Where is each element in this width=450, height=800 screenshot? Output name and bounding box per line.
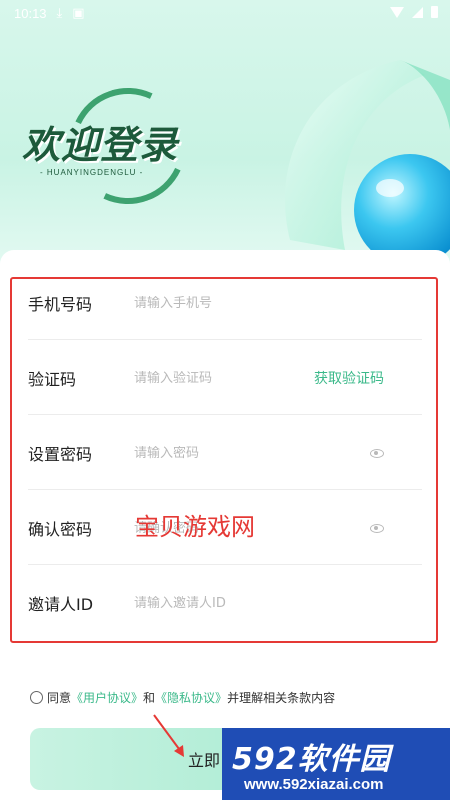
row-divider xyxy=(28,489,422,490)
password-input[interactable] xyxy=(134,445,324,461)
register-button-label: 立即 xyxy=(188,751,221,770)
agree-prefix: 同意 xyxy=(47,691,72,705)
red-arrow-icon xyxy=(153,714,184,757)
row-divider xyxy=(28,339,422,340)
row-divider xyxy=(28,564,422,565)
decorative-sphere-illustration xyxy=(284,60,450,266)
brand-watermark: 592软件园 www.592xiazai.com xyxy=(222,728,450,800)
watermark-text: 宝贝游戏网 xyxy=(135,513,255,541)
row-divider xyxy=(28,414,422,415)
eye-icon[interactable] xyxy=(370,523,384,533)
status-time: 10:13 xyxy=(14,5,47,21)
invite-row: 邀请人ID xyxy=(28,566,422,640)
confirm-password-label: 确认密码 xyxy=(28,520,93,539)
logo-title: 欢迎登录 xyxy=(22,123,179,167)
phone-row: 手机号码 xyxy=(28,266,422,340)
get-code-button[interactable]: 获取验证码 xyxy=(314,368,384,388)
code-row: 验证码 获取验证码 xyxy=(28,341,422,415)
agree-suffix: 并理解相关条款内容 xyxy=(227,691,336,705)
invite-label: 邀请人ID xyxy=(28,595,94,614)
welcome-logo: 欢迎登录 - HUANYINGDENGLU - xyxy=(22,71,203,221)
code-input[interactable] xyxy=(134,370,324,386)
wifi-icon xyxy=(390,6,404,18)
code-label: 验证码 xyxy=(28,370,77,389)
agree-and: 和 xyxy=(143,691,156,705)
invite-input[interactable] xyxy=(134,595,324,611)
logo-subtitle: - HUANYINGDENGLU - xyxy=(40,168,144,177)
brand-name: 592软件园 xyxy=(232,742,391,777)
phone-label: 手机号码 xyxy=(28,295,93,314)
user-agreement-link[interactable]: 《用户协议》 xyxy=(71,689,143,706)
download-icon: ⤓ xyxy=(56,5,63,21)
battery-icon xyxy=(431,6,438,18)
password-row: 设置密码 xyxy=(28,416,422,490)
agree-radio[interactable] xyxy=(30,691,43,704)
privacy-agreement-link[interactable]: 《隐私协议》 xyxy=(155,689,227,706)
agreement-line: 同意 《用户协议》 和 《隐私协议》 并理解相关条款内容 xyxy=(30,689,335,706)
brand-url: www.592xiazai.com xyxy=(244,776,384,793)
signal-icon xyxy=(412,6,423,18)
phone-input[interactable] xyxy=(134,295,324,311)
eye-icon[interactable] xyxy=(370,448,384,458)
password-label: 设置密码 xyxy=(28,445,93,464)
status-bar: 10:13 ⤓ ▣ xyxy=(0,0,450,26)
notification-icon: ▣ xyxy=(72,5,85,21)
